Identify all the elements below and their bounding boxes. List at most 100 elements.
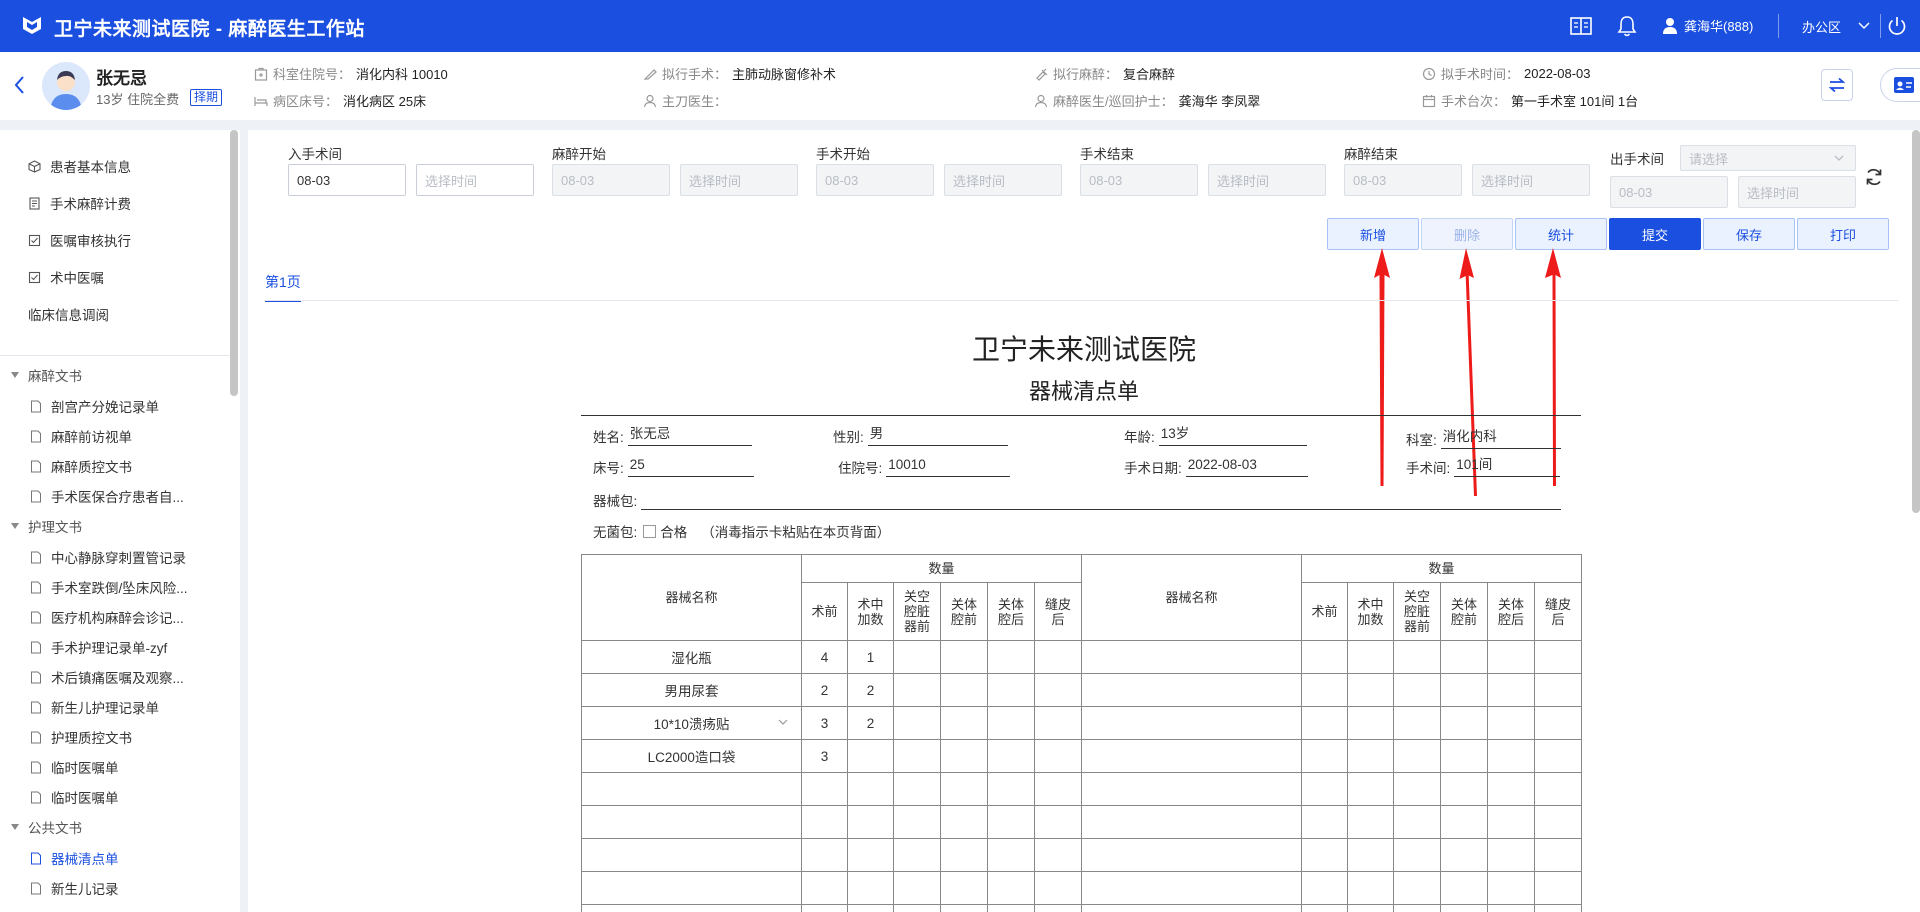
sidebar-doc-item[interactable]: 麻醉质控文书 xyxy=(30,456,132,476)
qty-cell[interactable] xyxy=(1393,904,1441,912)
sidebar-doc-item[interactable]: 中心静脉穿刺置管记录 xyxy=(30,547,186,567)
qty-cell[interactable] xyxy=(1440,772,1488,806)
qty-cell[interactable] xyxy=(1393,838,1441,872)
qty-cell[interactable] xyxy=(1393,871,1441,905)
enter-room-date-input[interactable]: 08-03 xyxy=(288,164,406,196)
qty-cell[interactable] xyxy=(1487,904,1535,912)
qty-cell[interactable]: 2 xyxy=(801,673,848,707)
instrument-name-cell[interactable] xyxy=(1081,640,1302,674)
sidebar-doc-item[interactable]: 新生儿记录 xyxy=(30,878,119,898)
qty-cell[interactable] xyxy=(987,673,1035,707)
qty-cell[interactable] xyxy=(1534,805,1582,839)
qty-cell[interactable] xyxy=(940,739,988,773)
qty-cell[interactable] xyxy=(1301,805,1348,839)
delete-button[interactable]: 删除 xyxy=(1421,218,1513,250)
instrument-name-cell[interactable]: 湿化瓶 xyxy=(581,640,802,674)
sidebar-doc-item[interactable]: 新生儿护理记录单 xyxy=(30,697,159,717)
qty-cell[interactable] xyxy=(1393,673,1441,707)
qty-cell[interactable] xyxy=(1301,871,1348,905)
qty-cell[interactable] xyxy=(801,772,848,806)
qty-cell[interactable] xyxy=(987,871,1035,905)
qty-cell[interactable] xyxy=(1301,838,1348,872)
sidebar-doc-item[interactable]: 手术室跌倒/坠床风险... xyxy=(30,577,188,597)
sidebar-group[interactable]: 公共文书 xyxy=(10,817,82,837)
qty-cell[interactable] xyxy=(893,871,941,905)
bed-value[interactable]: 25 xyxy=(627,457,754,477)
qty-cell[interactable]: 4 xyxy=(801,640,848,674)
sidebar-doc-item[interactable]: 器械清点单 xyxy=(30,848,119,868)
qty-cell[interactable]: 2 xyxy=(847,706,894,740)
qty-cell[interactable] xyxy=(1534,706,1582,740)
sidebar-doc-item[interactable]: 手术护理记录单-zyf xyxy=(30,637,167,657)
sidebar-doc-item[interactable]: 护理质控文书 xyxy=(30,727,132,747)
qty-cell[interactable] xyxy=(1301,739,1348,773)
qty-cell[interactable] xyxy=(940,772,988,806)
qty-cell[interactable] xyxy=(801,904,848,912)
sidebar-doc-item[interactable]: 上海市浦东医院病历... xyxy=(30,908,184,912)
qty-cell[interactable] xyxy=(1440,673,1488,707)
surgery-start-time-input[interactable]: 选择时间 xyxy=(944,164,1062,196)
qty-cell[interactable] xyxy=(847,838,894,872)
sidebar-item-patient-info[interactable]: 患者基本信息 xyxy=(28,156,131,176)
qty-cell[interactable] xyxy=(1440,838,1488,872)
dept-value[interactable]: 消化内科 xyxy=(1440,429,1561,449)
sidebar-doc-item[interactable]: 麻醉前访视单 xyxy=(30,426,132,446)
age-value[interactable]: 13岁 xyxy=(1158,426,1307,446)
sidebar-doc-item[interactable]: 临时医嘱单 xyxy=(30,757,119,777)
qty-cell[interactable] xyxy=(1487,640,1535,674)
qty-cell[interactable] xyxy=(893,904,941,912)
back-arrow-icon[interactable] xyxy=(12,74,28,96)
surgery-end-time-input[interactable]: 选择时间 xyxy=(1208,164,1326,196)
instrument-name-cell[interactable] xyxy=(1081,904,1302,912)
swap-button[interactable] xyxy=(1821,69,1853,101)
qty-cell[interactable] xyxy=(940,904,988,912)
qty-cell[interactable] xyxy=(940,706,988,740)
exit-room-select[interactable]: 请选择 xyxy=(1680,145,1856,171)
anesthesia-start-date-input[interactable]: 08-03 xyxy=(552,164,670,196)
qty-cell[interactable] xyxy=(940,640,988,674)
sidebar-item-clinical-info[interactable]: 临床信息调阅 xyxy=(28,304,109,324)
qty-cell[interactable] xyxy=(1034,739,1082,773)
qty-cell[interactable] xyxy=(893,640,941,674)
instrument-name-cell[interactable]: LC2000造口袋 xyxy=(581,739,802,773)
exit-room-date-input[interactable]: 08-03 xyxy=(1610,176,1728,208)
qty-cell[interactable] xyxy=(847,871,894,905)
instrument-name-cell[interactable] xyxy=(581,772,802,806)
qty-cell[interactable]: 3 xyxy=(801,706,848,740)
qty-cell[interactable] xyxy=(1487,871,1535,905)
qty-cell[interactable] xyxy=(1393,706,1441,740)
qty-cell[interactable] xyxy=(987,706,1035,740)
qty-cell[interactable] xyxy=(1440,640,1488,674)
qty-cell[interactable] xyxy=(893,673,941,707)
sterile-checkbox[interactable] xyxy=(643,524,657,538)
qty-cell[interactable] xyxy=(1393,739,1441,773)
qty-cell[interactable] xyxy=(1487,805,1535,839)
qty-cell[interactable] xyxy=(1393,805,1441,839)
qty-cell[interactable] xyxy=(1034,838,1082,872)
qty-cell[interactable] xyxy=(1534,772,1582,806)
qty-cell[interactable] xyxy=(1347,871,1394,905)
qty-cell[interactable] xyxy=(1440,805,1488,839)
qty-cell[interactable] xyxy=(1487,772,1535,806)
qty-cell[interactable] xyxy=(1534,838,1582,872)
bell-icon[interactable] xyxy=(1614,13,1640,39)
chevron-down-icon[interactable] xyxy=(777,716,789,728)
qty-cell[interactable] xyxy=(987,838,1035,872)
instrument-name-cell[interactable] xyxy=(1081,805,1302,839)
power-icon[interactable] xyxy=(1884,13,1910,39)
qty-cell[interactable] xyxy=(1534,673,1582,707)
qty-cell[interactable] xyxy=(847,904,894,912)
qty-cell[interactable] xyxy=(1034,640,1082,674)
qty-cell[interactable] xyxy=(1440,739,1488,773)
qty-cell[interactable] xyxy=(1347,805,1394,839)
current-user[interactable]: 龚海华(888) xyxy=(1662,16,1753,35)
instrument-name-cell[interactable] xyxy=(1081,871,1302,905)
qty-cell[interactable] xyxy=(1347,706,1394,740)
sidebar-group[interactable]: 护理文书 xyxy=(10,516,82,536)
instrument-name-cell[interactable] xyxy=(1081,772,1302,806)
kit-value[interactable] xyxy=(641,490,1562,510)
qty-cell[interactable] xyxy=(1534,640,1582,674)
enter-room-time-input[interactable]: 选择时间 xyxy=(416,164,534,196)
instrument-name-cell[interactable] xyxy=(1081,739,1302,773)
qty-cell[interactable] xyxy=(987,772,1035,806)
